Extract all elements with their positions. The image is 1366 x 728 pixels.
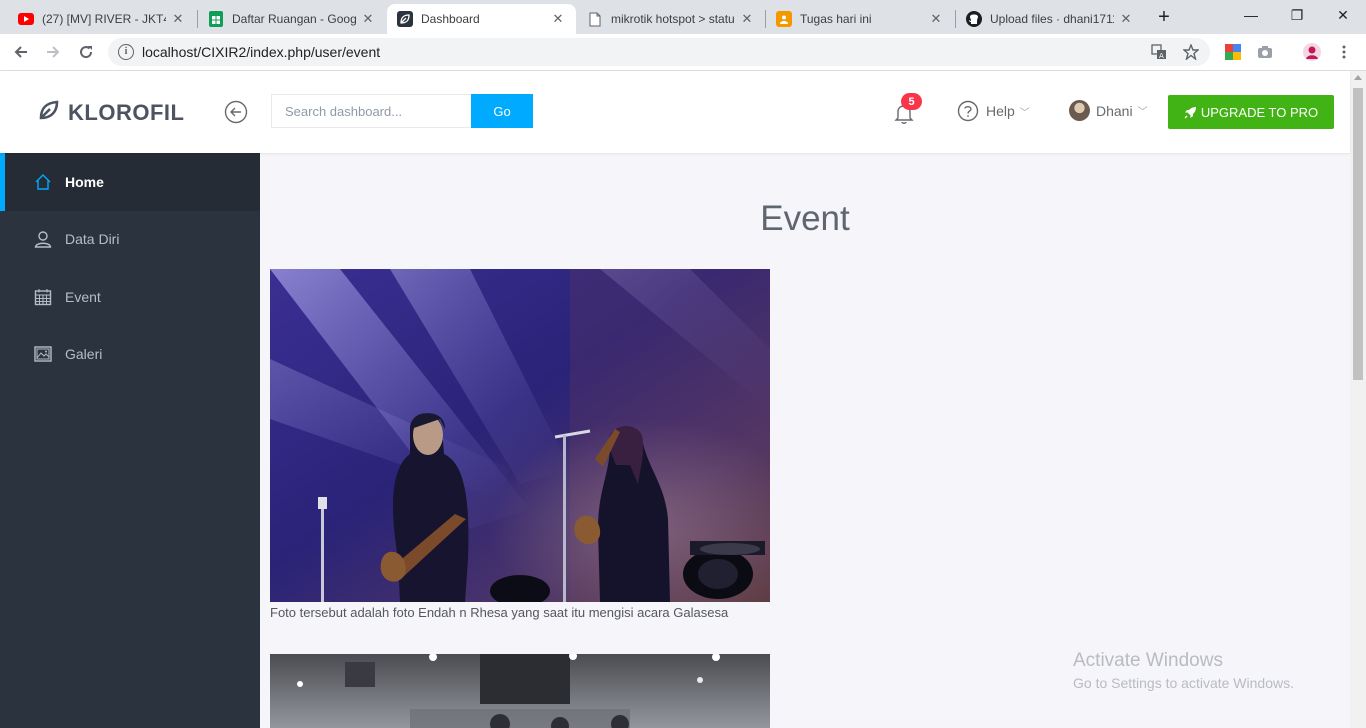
event-photo (270, 269, 770, 602)
browser-tab-classroom[interactable]: Tugas hari ini ✕ (766, 4, 954, 34)
sidebar-item-galeri[interactable]: Galeri (0, 326, 260, 384)
event-photo (270, 654, 770, 728)
close-tab-icon[interactable]: ✕ (739, 11, 755, 27)
sidebar-item-home[interactable]: Home (0, 153, 260, 211)
address-bar[interactable]: i localhost/CIXIR2/index.php/user/event (108, 38, 1210, 66)
github-icon (966, 11, 982, 27)
document-icon (587, 11, 603, 27)
user-icon (34, 230, 52, 248)
browser-tab-youtube[interactable]: (27) [MV] RIVER - JKT48 ✕ (8, 4, 196, 34)
browser-tab-strip: (27) [MV] RIVER - JKT48 ✕ Daftar Ruangan… (0, 0, 1366, 34)
sidebar-item-event[interactable]: Event (0, 268, 260, 326)
event-caption: Foto tersebut adalah foto Endah n Rhesa … (270, 605, 729, 620)
leaf-icon (397, 11, 413, 27)
rocket-icon (1184, 106, 1197, 119)
upgrade-button[interactable]: UPGRADE TO PRO (1168, 95, 1334, 129)
sheets-icon (208, 11, 224, 27)
chevron-down-icon: ﹀ (1137, 107, 1148, 118)
url-text: localhost/CIXIR2/index.php/user/event (142, 44, 381, 60)
close-tab-icon[interactable]: ✕ (928, 11, 944, 27)
extension-icon[interactable] (1222, 41, 1244, 63)
question-circle-icon (957, 100, 979, 122)
scrollbar-thumb[interactable] (1353, 88, 1363, 380)
close-tab-icon[interactable]: ✕ (360, 11, 376, 27)
browser-tab-sheets[interactable]: Daftar Ruangan - Goog ✕ (198, 4, 386, 34)
sidebar-toggle-button[interactable] (224, 100, 248, 124)
forward-button[interactable] (40, 39, 66, 65)
search-go-button[interactable]: Go (471, 94, 533, 128)
search-input[interactable] (271, 94, 471, 128)
profile-avatar-icon[interactable] (1301, 41, 1323, 63)
sidebar-item-label: Home (65, 173, 104, 190)
page-scrollbar[interactable] (1350, 71, 1366, 728)
info-icon[interactable]: i (118, 44, 134, 60)
classroom-icon (776, 11, 792, 27)
translate-icon[interactable]: A (1148, 41, 1170, 63)
sidebar: Home Data Diri Event Galeri (0, 153, 260, 728)
new-tab-button[interactable]: + (1151, 5, 1177, 29)
reload-button[interactable] (73, 39, 99, 65)
help-label: Help (986, 103, 1015, 119)
avatar (1069, 100, 1090, 121)
tab-title: (27) [MV] RIVER - JKT48 (42, 12, 166, 26)
image-icon (34, 345, 52, 363)
upgrade-label: UPGRADE TO PRO (1200, 104, 1319, 120)
bookmark-star-icon[interactable] (1180, 41, 1202, 63)
tab-title: Daftar Ruangan - Goog (232, 12, 356, 26)
watermark-subtitle: Go to Settings to activate Windows. (1073, 675, 1294, 691)
brand-logo[interactable]: KLOROFIL (38, 99, 184, 126)
chrome-menu-icon[interactable] (1333, 41, 1355, 63)
browser-tab-dashboard[interactable]: Dashboard ✕ (387, 4, 576, 34)
home-icon (34, 173, 52, 191)
close-tab-icon[interactable]: ✕ (1118, 11, 1134, 27)
minimize-button[interactable]: — (1228, 0, 1274, 30)
close-tab-icon[interactable]: ✕ (550, 11, 566, 27)
tab-title: Upload files · dhani1711 (990, 12, 1114, 26)
browser-tab-mikrotik[interactable]: mikrotik hotspot > statu ✕ (577, 4, 765, 34)
close-tab-icon[interactable]: ✕ (170, 11, 186, 27)
tab-title: Dashboard (421, 12, 480, 26)
user-name: Dhani (1096, 102, 1133, 119)
sidebar-item-label: Event (65, 288, 101, 305)
close-window-button[interactable]: ✕ (1320, 0, 1366, 30)
restore-button[interactable]: ❐ (1274, 0, 1320, 30)
svg-text:A: A (1159, 52, 1164, 60)
notification-badge: 5 (901, 93, 922, 110)
page-title: Event (760, 199, 850, 238)
user-menu[interactable]: Dhani ﹀ (1069, 100, 1148, 121)
help-menu[interactable]: Help ﹀ (957, 100, 1030, 122)
brand-name: KLOROFIL (68, 99, 185, 125)
watermark-title: Activate Windows (1073, 650, 1223, 671)
app-viewport: KLOROFIL Go 5 Help ﹀ Dhani ﹀ (0, 71, 1350, 728)
sidebar-item-data-diri[interactable]: Data Diri (0, 211, 260, 269)
leaf-logo-icon (38, 99, 60, 126)
browser-toolbar: i localhost/CIXIR2/index.php/user/event … (0, 34, 1366, 71)
sidebar-item-label: Data Diri (65, 231, 120, 248)
back-button[interactable] (8, 39, 34, 65)
camera-icon[interactable] (1254, 41, 1276, 63)
browser-tab-github[interactable]: Upload files · dhani1711 ✕ (956, 4, 1144, 34)
sidebar-item-label: Galeri (65, 346, 103, 363)
windows-activation-watermark: Activate Windows Go to Settings to activ… (1073, 650, 1294, 691)
tab-title: Tugas hari ini (800, 12, 872, 26)
scroll-up-arrow-icon[interactable] (1354, 75, 1362, 80)
main-content: Event Foto tersebut adalah foto Endah n … (260, 153, 1350, 728)
calendar-icon (34, 288, 52, 306)
top-navbar: KLOROFIL Go 5 Help ﹀ Dhani ﹀ (0, 71, 1350, 153)
tab-title: mikrotik hotspot > statu (611, 12, 735, 26)
search-form: Go (271, 94, 533, 128)
chevron-down-icon: ﹀ (1019, 107, 1030, 119)
youtube-icon (18, 11, 34, 27)
